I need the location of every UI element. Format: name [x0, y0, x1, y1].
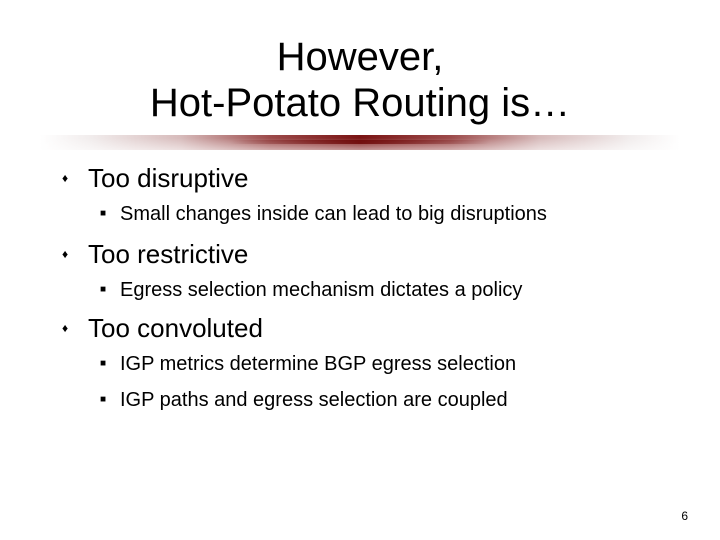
- bullet-item: ♦ Too disruptive: [60, 160, 547, 196]
- title-line-2: Hot-Potato Routing is…: [149, 81, 571, 125]
- sub-bullet-item: ■ Egress selection mechanism dictates a …: [60, 272, 522, 308]
- bullet-group-convoluted: ♦ Too convoluted ■ IGP metrics determine…: [60, 310, 516, 418]
- bullet-item: ♦ Too convoluted: [60, 310, 516, 346]
- sub-bullet-item: ■ IGP metrics determine BGP egress selec…: [60, 346, 516, 382]
- diamond-bullet-icon: ♦: [62, 171, 69, 185]
- sub-bullet-text: IGP metrics determine BGP egress selecti…: [120, 353, 517, 375]
- sub-bullet-text: Egress selection mechanism dictates a po…: [120, 279, 523, 301]
- bullet-group-restrictive: ♦ Too restrictive ■ Egress selection mec…: [60, 236, 522, 308]
- sub-bullet-text: Small changes inside can lead to big dis…: [120, 203, 547, 225]
- slide: However, Hot-Potato Routing is… ♦ Too di…: [0, 0, 720, 540]
- bullet-text: Too restrictive: [88, 239, 249, 269]
- bullet-text: Too convoluted: [88, 313, 263, 343]
- bullet-item: ♦ Too restrictive: [60, 236, 522, 272]
- square-bullet-icon: ■: [100, 394, 107, 405]
- diamond-bullet-icon: ♦: [62, 247, 69, 261]
- square-bullet-icon: ■: [100, 208, 107, 219]
- diamond-bullet-icon: ♦: [62, 321, 69, 335]
- bullet-text: Too disruptive: [88, 163, 249, 193]
- page-number: 6: [681, 509, 688, 523]
- sub-bullet-item: ■ Small changes inside can lead to big d…: [60, 196, 547, 232]
- bullet-group-disruptive: ♦ Too disruptive ■ Small changes inside …: [60, 160, 547, 232]
- slide-title: However, Hot-Potato Routing is…: [0, 34, 720, 126]
- sub-bullet-item: ■ IGP paths and egress selection are cou…: [60, 382, 516, 418]
- title-line-1: However,: [276, 35, 444, 79]
- square-bullet-icon: ■: [100, 284, 107, 295]
- title-divider-accent: [230, 140, 490, 144]
- sub-bullet-text: IGP paths and egress selection are coupl…: [120, 389, 508, 411]
- square-bullet-icon: ■: [100, 358, 107, 369]
